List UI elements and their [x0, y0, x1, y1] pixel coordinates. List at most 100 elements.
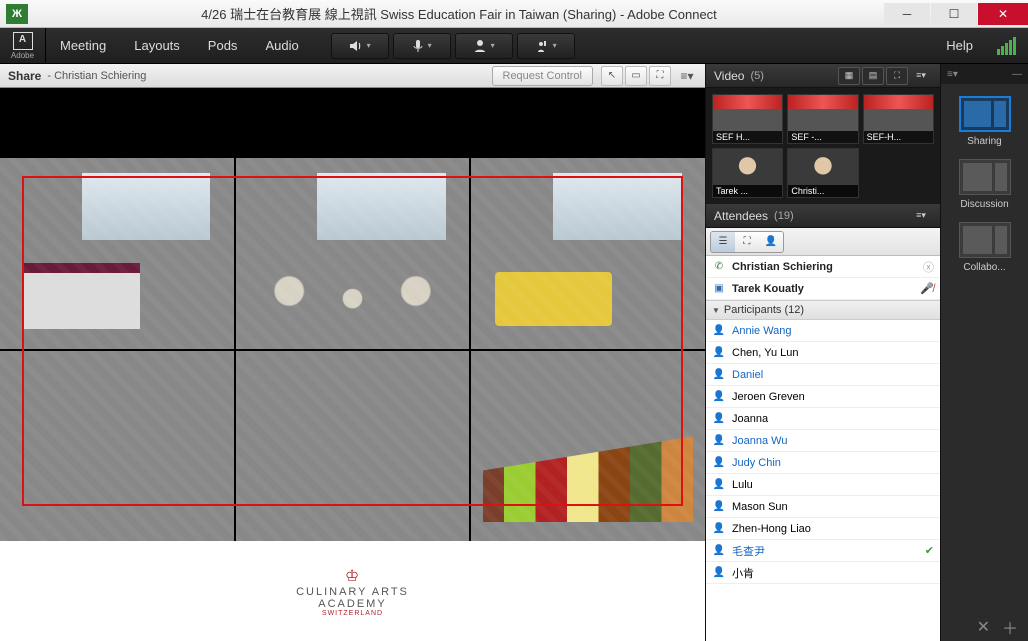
status-button[interactable]: ▾: [455, 33, 513, 59]
attendees-pod-menu-icon[interactable]: ≡▾: [910, 207, 932, 225]
attendee-row[interactable]: 👤Daniel: [706, 364, 940, 386]
attendees-view-grid-icon[interactable]: ⛶: [735, 232, 759, 252]
video-fullscreen-icon[interactable]: ⛶: [886, 67, 908, 85]
attendees-section-header[interactable]: ▼Participants (12): [706, 300, 940, 320]
layout-label: Collabo...: [963, 262, 1005, 273]
video-feed[interactable]: SEF-H...: [863, 94, 934, 144]
attendee-row[interactable]: 👤Joanna: [706, 408, 940, 430]
collage-lounge: [471, 158, 705, 349]
window-titlebar: Ж 4/26 瑞士在台教育展 線上視訊 Swiss Education Fair…: [0, 0, 1028, 28]
menu-help[interactable]: Help: [934, 28, 985, 63]
speaker-button[interactable]: ▾: [331, 33, 389, 59]
video-pod-menu-icon[interactable]: ≡▾: [910, 67, 932, 85]
share-pod-title: Share: [8, 69, 41, 83]
menu-meeting[interactable]: Meeting: [46, 28, 120, 63]
microphone-icon: [412, 39, 424, 53]
slide-logo-line3: SWITZERLAND: [296, 610, 409, 617]
shared-slide: ♔ CULINARY ARTS ACADEMY SWITZERLAND: [0, 88, 705, 641]
attendee-name: Lulu: [732, 479, 934, 491]
collage-dining-hall: [236, 158, 470, 349]
window-minimize-button[interactable]: ─: [884, 3, 930, 25]
layouts-collapse-icon[interactable]: —: [1012, 69, 1022, 80]
attendee-row[interactable]: ▣Tarek Kouatly🎤̸: [706, 278, 940, 300]
attendee-status-icon: ✔: [925, 544, 934, 557]
window-close-button[interactable]: ✕: [978, 3, 1028, 25]
attendees-pod: ☰ ⛶ 👤 ✆Christian Schieringⓧ▣Tarek Kouatl…: [706, 228, 940, 641]
attendee-row[interactable]: 👤Annie Wang: [706, 320, 940, 342]
video-grid: SEF H... SEF -... SEF-H... Tarek ... Christi…: [706, 88, 940, 204]
attendee-role-icon: ✆: [712, 260, 726, 274]
request-control-button[interactable]: Request Control: [492, 66, 594, 86]
menu-pods[interactable]: Pods: [194, 28, 252, 63]
video-pod-title: Video: [714, 69, 744, 83]
attendee-row[interactable]: 👤Jeroen Greven: [706, 386, 940, 408]
fullscreen-icon[interactable]: ⛶: [649, 66, 671, 86]
layout-label: Sharing: [967, 136, 1001, 147]
attendee-row[interactable]: 👤Joanna Wu: [706, 430, 940, 452]
layout-button[interactable]: Discussion: [956, 159, 1014, 210]
layouts-options-icon[interactable]: ≡▾: [947, 69, 958, 80]
attendee-name: Zhen-Hong Liao: [732, 523, 934, 535]
attendee-role-icon: 👤: [712, 390, 726, 404]
video-strip-icon[interactable]: ▤: [862, 67, 884, 85]
attendee-name: Mason Sun: [732, 501, 934, 513]
attendees-view-status-icon[interactable]: 👤: [759, 232, 783, 252]
layout-button[interactable]: Sharing: [956, 96, 1014, 147]
raise-hand-button[interactable]: ▾: [517, 33, 575, 59]
attendee-row[interactable]: 👤Zhen-Hong Liao: [706, 518, 940, 540]
share-pod-menu-icon[interactable]: ≡▾: [677, 69, 697, 83]
video-feed[interactable]: SEF H...: [712, 94, 783, 144]
video-feed[interactable]: Christi...: [787, 148, 858, 198]
attendee-row[interactable]: 👤毛查尹✔: [706, 540, 940, 562]
speaker-icon: [349, 40, 363, 52]
attendee-role-icon: 👤: [712, 412, 726, 426]
layout-button[interactable]: Collabo...: [956, 222, 1014, 273]
attendee-row[interactable]: 👤 Mason Sun: [706, 496, 940, 518]
menu-layouts[interactable]: Layouts: [120, 28, 194, 63]
slide-crest-icon: ♔: [345, 566, 360, 586]
layout-thumbnail: [959, 96, 1011, 132]
collage-buffet: [471, 351, 705, 542]
attendee-row[interactable]: ✆Christian Schieringⓧ: [706, 256, 940, 278]
layout-delete-button[interactable]: ✕: [977, 617, 990, 637]
video-pod-header: Video (5) ▦ ▤ ⛶ ≡▾: [706, 64, 940, 88]
video-feed[interactable]: SEF -...: [787, 94, 858, 144]
microphone-button[interactable]: ▾: [393, 33, 451, 59]
attendee-name: 小肯: [732, 565, 934, 581]
layout-label: Discussion: [960, 199, 1008, 210]
attendee-row[interactable]: 👤 Lulu: [706, 474, 940, 496]
person-status-icon: [473, 39, 487, 53]
video-feed-label: Christi...: [788, 185, 857, 197]
layout-add-button[interactable]: ＋: [1002, 615, 1018, 639]
attendee-role-icon: 👤: [712, 500, 726, 514]
attendee-name: Christian Schiering: [732, 261, 917, 273]
attendee-status-icon: 🎤̸: [920, 282, 934, 295]
attendees-view-list-icon[interactable]: ☰: [711, 232, 735, 252]
share-presenter-name: - Christian Schiering: [47, 70, 146, 82]
attendee-row[interactable]: 👤Chen, Yu Lun: [706, 342, 940, 364]
attendees-toolbar: ☰ ⛶ 👤: [706, 228, 940, 256]
video-feed[interactable]: Tarek ...: [712, 148, 783, 198]
attendee-name: Tarek Kouatly: [732, 283, 914, 295]
pointer-tool-icon[interactable]: ↖: [601, 66, 623, 86]
attendee-role-icon: 👤: [712, 478, 726, 492]
attendee-role-icon: 👤: [712, 456, 726, 470]
app-menubar: A Adobe Meeting Layouts Pods Audio ▾ ▾ ▾…: [0, 28, 1028, 64]
video-feed-label: SEF -...: [788, 131, 857, 143]
window-maximize-button[interactable]: ☐: [931, 3, 977, 25]
attendee-row[interactable]: 👤小肯: [706, 562, 940, 584]
attendees-count: (19): [774, 210, 794, 222]
attendee-name: Judy Chin: [732, 457, 934, 469]
adobe-logo: A Adobe: [0, 28, 46, 64]
video-grid-icon[interactable]: ▦: [838, 67, 860, 85]
attendee-name: Chen, Yu Lun: [732, 347, 934, 359]
attendees-list[interactable]: ✆Christian Schieringⓧ▣Tarek Kouatly🎤̸▼Pa…: [706, 256, 940, 641]
menu-audio[interactable]: Audio: [251, 28, 312, 63]
attendee-row[interactable]: 👤 Judy Chin: [706, 452, 940, 474]
attendee-name: Annie Wang: [732, 325, 934, 337]
slide-photo-collage: [0, 158, 705, 541]
video-feed-label: Tarek ...: [713, 185, 782, 197]
connection-signal-icon: [985, 37, 1028, 55]
attendee-role-icon: 👤: [712, 434, 726, 448]
whiteboard-tool-icon[interactable]: ▭: [625, 66, 647, 86]
